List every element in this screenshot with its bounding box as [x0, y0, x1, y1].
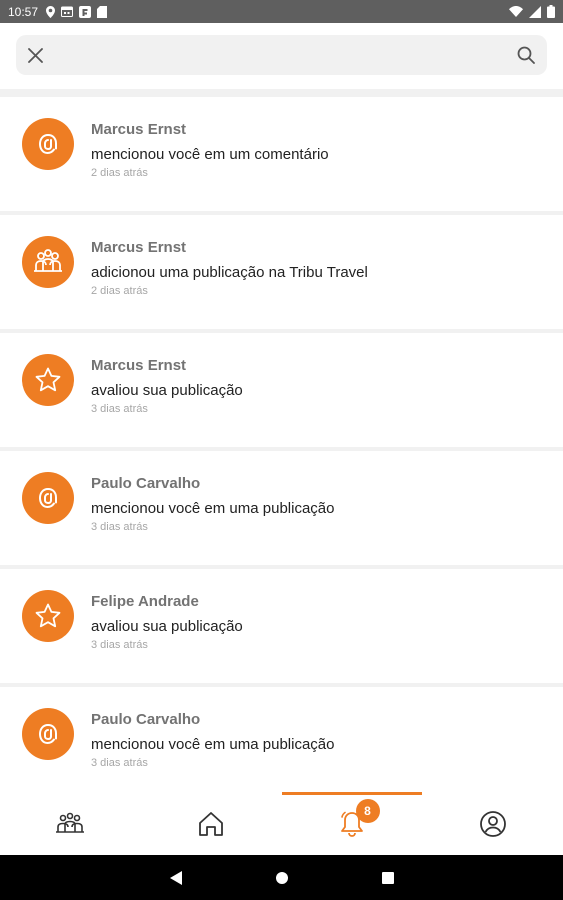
- search-box: [16, 35, 547, 75]
- notification-author: Paulo Carvalho: [91, 711, 201, 728]
- nav-notifications[interactable]: 8: [281, 792, 423, 855]
- notification-time: 3 dias atrás: [91, 403, 148, 415]
- notification-author: Marcus Ernst: [91, 357, 187, 374]
- notification-avatar: [22, 118, 74, 170]
- notification-author: Marcus Ernst: [91, 239, 187, 256]
- notification-time: 2 dias atrás: [91, 167, 148, 179]
- wifi-icon: [509, 6, 523, 17]
- close-icon[interactable]: [28, 47, 43, 63]
- notification-item[interactable]: Marcus Ernst adicionou uma publicação na…: [0, 215, 563, 329]
- notification-avatar: [22, 354, 74, 406]
- notification-text: mencionou você em uma publicação: [91, 500, 335, 517]
- notification-time: 2 dias atrás: [91, 285, 148, 297]
- notification-text: mencionou você em um comentário: [91, 146, 329, 163]
- notification-avatar: [22, 590, 74, 642]
- app-notification-icon: [79, 5, 92, 18]
- status-bar: 10:57: [0, 0, 563, 23]
- signal-icon: [529, 5, 541, 18]
- back-icon[interactable]: [169, 870, 183, 886]
- notification-text: avaliou sua publicação: [91, 382, 243, 399]
- location-icon: [46, 5, 56, 18]
- notification-author: Paulo Carvalho: [91, 475, 201, 492]
- battery-icon: [547, 5, 555, 18]
- search-bar: [0, 23, 563, 89]
- notification-item[interactable]: Marcus Ernst mencionou você em um coment…: [0, 97, 563, 211]
- group-icon: [34, 249, 62, 272]
- calendar-icon: [61, 6, 74, 17]
- search-input[interactable]: [53, 46, 507, 64]
- notification-item[interactable]: Marcus Ernst avaliou sua publicação 3 di…: [0, 333, 563, 447]
- bottom-navigation: 8: [0, 792, 563, 855]
- at-icon: [38, 133, 57, 155]
- home-icon: [199, 811, 224, 836]
- notification-item[interactable]: Paulo Carvalho mencionou você em uma pub…: [0, 451, 563, 565]
- search-icon[interactable]: [517, 46, 535, 64]
- nav-tribes[interactable]: [0, 792, 141, 855]
- status-time: 10:57: [8, 4, 39, 19]
- star-icon: [35, 367, 61, 392]
- notification-text: avaliou sua publicação: [91, 618, 243, 635]
- tribes-icon: [56, 812, 85, 833]
- profile-icon: [479, 810, 506, 837]
- notification-avatar: [22, 472, 74, 524]
- notification-text: mencionou você em uma publicação: [91, 736, 335, 753]
- notification-author: Felipe Andrade: [91, 593, 199, 610]
- notification-badge: 8: [355, 799, 380, 823]
- notification-item[interactable]: Felipe Andrade avaliou sua publicação 3 …: [0, 569, 563, 683]
- at-icon: [38, 487, 57, 509]
- nav-home[interactable]: [141, 792, 282, 855]
- nav-profile[interactable]: [422, 792, 563, 855]
- sd-card-icon: [97, 5, 108, 18]
- system-navigation-bar: [0, 855, 563, 900]
- notification-avatar: [22, 236, 74, 288]
- notification-time: 3 dias atrás: [91, 521, 148, 533]
- at-icon: [38, 723, 57, 745]
- home-button-icon[interactable]: [275, 871, 289, 885]
- star-icon: [35, 603, 61, 628]
- notification-item[interactable]: Paulo Carvalho mencionou você em uma pub…: [0, 687, 563, 801]
- notification-time: 3 dias atrás: [91, 757, 148, 769]
- notification-time: 3 dias atrás: [91, 639, 148, 651]
- notification-author: Marcus Ernst: [91, 121, 187, 138]
- notification-text: adicionou uma publicação na Tribu Travel: [91, 264, 368, 281]
- recents-icon[interactable]: [381, 871, 395, 885]
- notification-avatar: [22, 708, 74, 760]
- notification-list: Marcus Ernst mencionou você em um coment…: [0, 97, 563, 805]
